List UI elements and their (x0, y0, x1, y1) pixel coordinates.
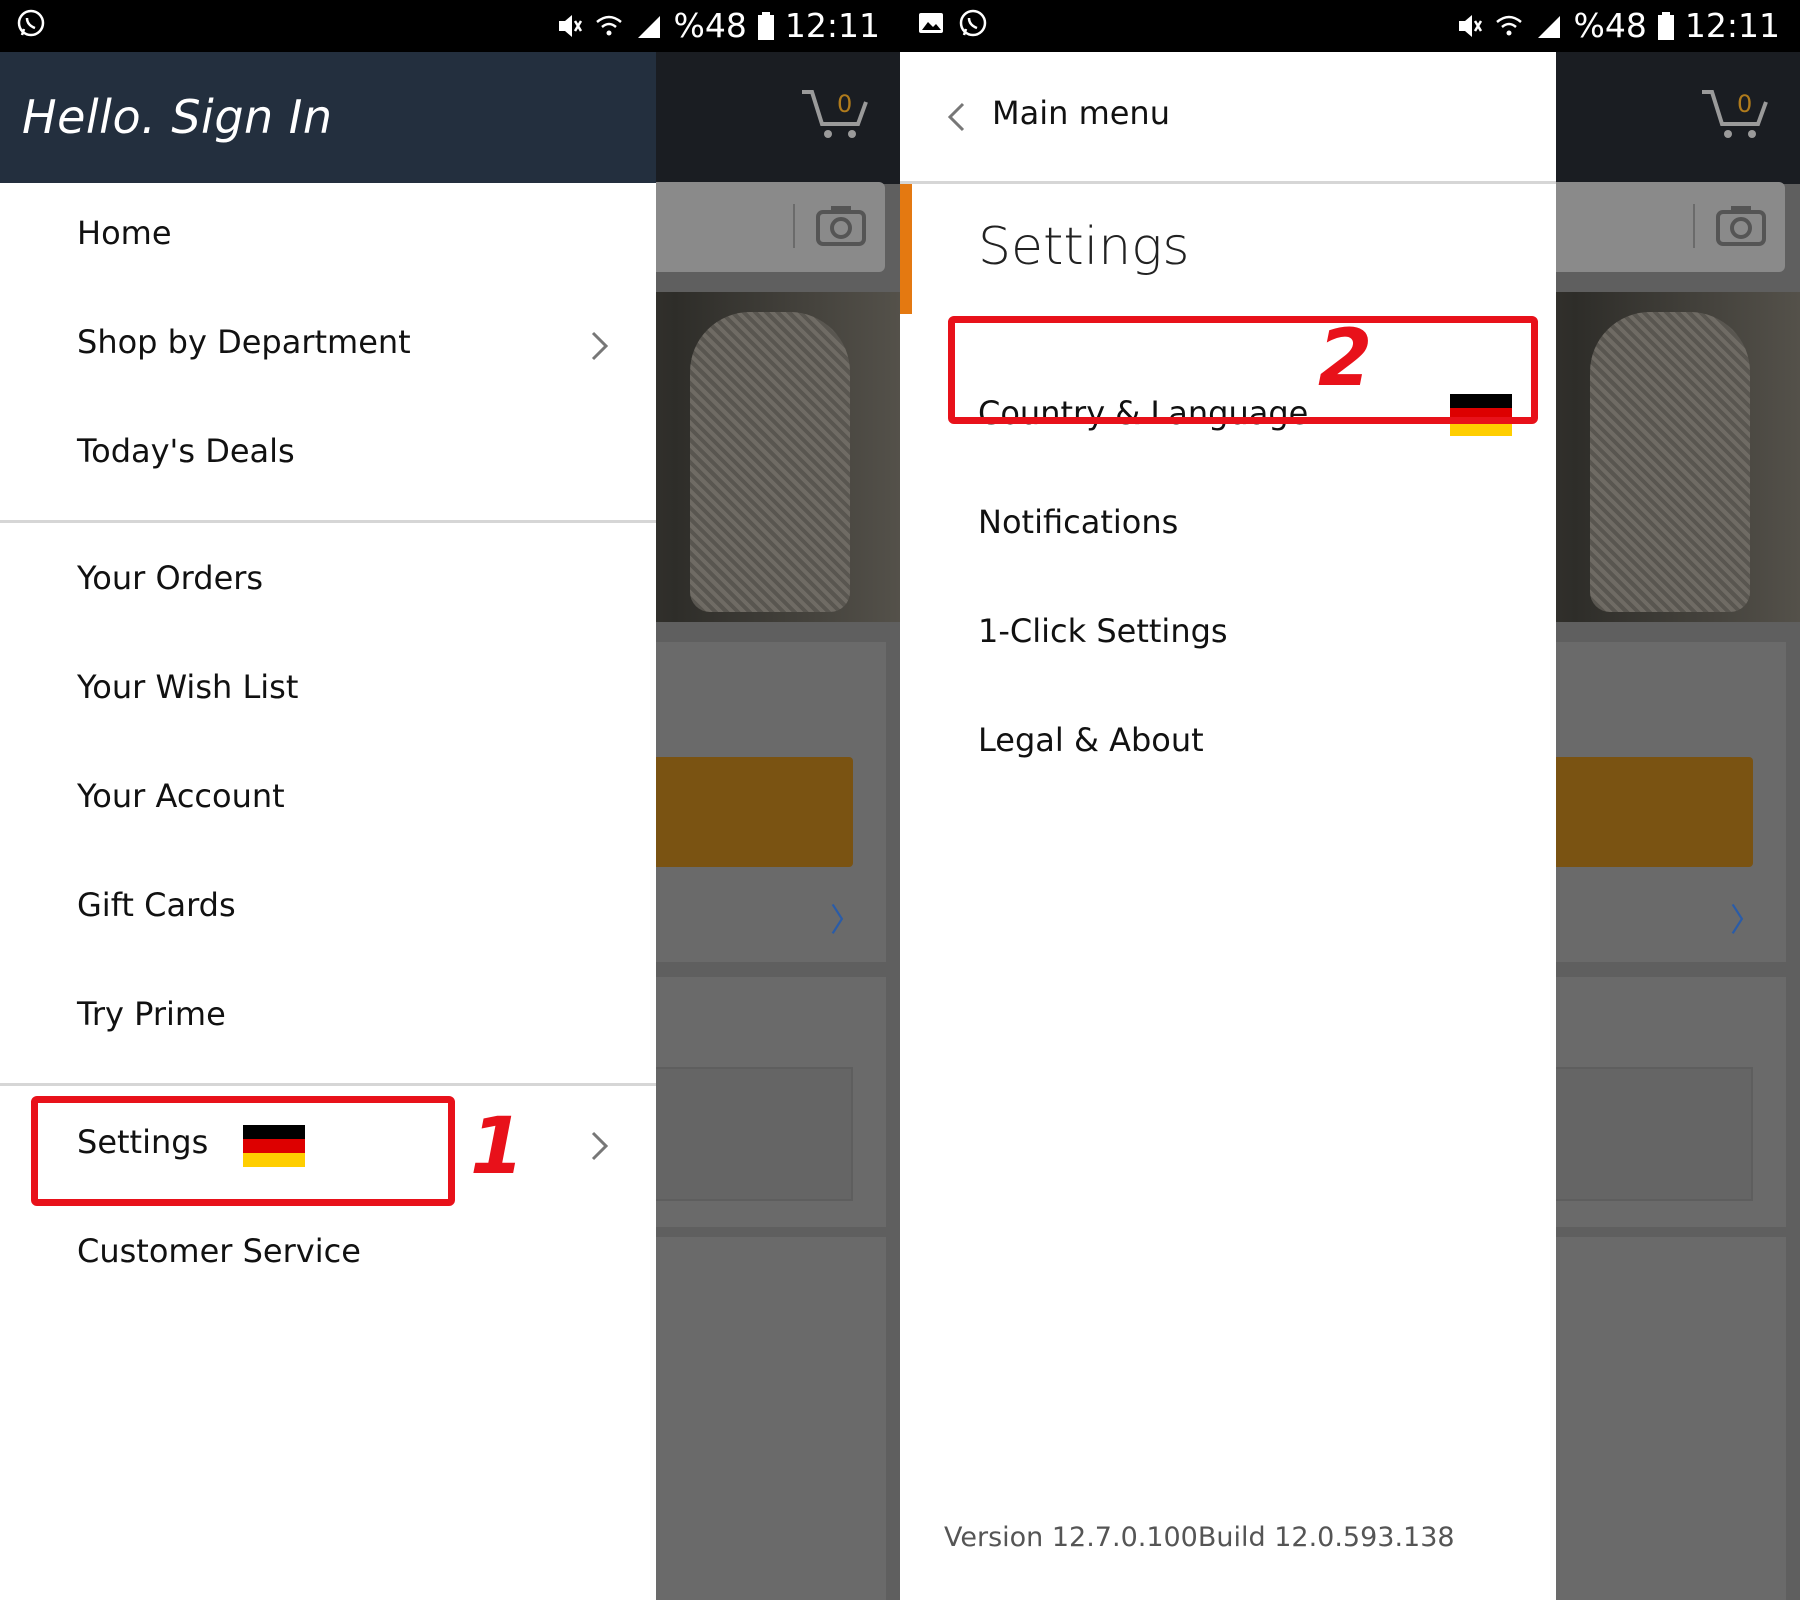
card-link-chevron[interactable]: 〉 (830, 895, 862, 941)
sign-in-greeting[interactable]: Hello. Sign In (22, 90, 333, 144)
mute-icon (1458, 14, 1482, 37)
menu-item-label: Your Orders (77, 559, 264, 597)
menu-item-home[interactable]: Home (0, 186, 656, 286)
settings-item-legal-about[interactable]: Legal & About (900, 693, 1556, 793)
status-bar: %48 12:11 (0, 0, 900, 52)
wifi-icon (1495, 15, 1522, 35)
cart-icon[interactable]: 0 (1700, 86, 1770, 142)
menu-item-todays-deals[interactable]: Today's Deals (0, 404, 656, 504)
gallery-icon (919, 13, 943, 33)
search-separator (793, 204, 795, 248)
navigation-drawer: Hello. Sign In Home Shop by Department T… (0, 52, 656, 1600)
cart-count: 0 (837, 90, 852, 118)
menu-item-your-account[interactable]: Your Account (0, 749, 656, 849)
card-link-chevron[interactable]: 〉 (1730, 895, 1762, 941)
signal-icon (637, 15, 660, 38)
mute-icon (558, 14, 582, 37)
menu-item-gift-cards[interactable]: Gift Cards (0, 858, 656, 958)
menu-item-shop-by-department[interactable]: Shop by Department (0, 295, 656, 395)
whatsapp-icon (17, 9, 45, 37)
menu-item-label: Your Account (77, 777, 285, 815)
whatsapp-icon (959, 9, 987, 37)
annotation-highlight-box (31, 1096, 455, 1206)
menu-item-label: Shop by Department (77, 323, 411, 361)
page-title: Settings (978, 217, 1190, 277)
search-separator (1693, 204, 1695, 248)
menu-item-label: Home (77, 214, 172, 252)
chevron-right-icon (591, 1131, 609, 1161)
menu-item-try-prime[interactable]: Try Prime (0, 967, 656, 1067)
menu-item-your-orders[interactable]: Your Orders (0, 531, 656, 631)
settings-item-label: Notifications (978, 503, 1179, 541)
signal-icon (1537, 15, 1560, 38)
menu-item-label: Customer Service (77, 1232, 361, 1270)
battery-percent: %48 (1573, 6, 1647, 45)
menu-divider (0, 520, 656, 523)
menu-item-your-wish-list[interactable]: Your Wish List (0, 640, 656, 740)
annotation-highlight-box (948, 316, 1538, 424)
settings-item-label: 1-Click Settings (978, 612, 1228, 650)
camera-icon[interactable] (815, 202, 867, 248)
clock: 12:11 (784, 6, 880, 45)
battery-icon (757, 11, 774, 40)
annotation-number: 1 (470, 1102, 525, 1192)
left-screenshot: %48 12:11 0 〉 Hello. Sign In Home Shop b… (0, 0, 900, 1600)
settings-item-1-click[interactable]: 1-Click Settings (900, 584, 1556, 684)
settings-item-label: Legal & About (978, 721, 1204, 759)
settings-item-notifications[interactable]: Notifications (900, 475, 1556, 575)
header-divider (900, 181, 1556, 184)
battery-icon (1657, 11, 1674, 40)
model-figure (1590, 312, 1750, 612)
clock: 12:11 (1684, 6, 1780, 45)
annotation-number: 2 (1318, 314, 1373, 404)
cart-icon[interactable]: 0 (800, 86, 870, 142)
menu-item-label: Gift Cards (77, 886, 236, 924)
camera-icon[interactable] (1715, 202, 1767, 248)
right-screenshot: %48 12:11 0 〉 Main menu Settings Country… (900, 0, 1800, 1600)
chevron-right-icon (591, 331, 609, 361)
model-figure (690, 312, 850, 612)
back-label: Main menu (992, 94, 1170, 132)
chevron-left-icon (947, 102, 965, 132)
menu-item-label: Try Prime (77, 995, 226, 1033)
cart-count: 0 (1737, 90, 1752, 118)
battery-percent: %48 (673, 6, 747, 45)
wifi-icon (595, 15, 622, 35)
status-bar: %48 12:11 (900, 0, 1800, 52)
back-to-main-menu-button[interactable]: Main menu (900, 52, 1556, 183)
settings-drawer: Main menu Settings Country & Language 2 … (900, 52, 1556, 1600)
drawer-header[interactable]: Hello. Sign In (0, 52, 656, 183)
menu-item-label: Your Wish List (77, 668, 299, 706)
version-text: Version 12.7.0.100Build 12.0.593.138 (944, 1522, 1455, 1553)
menu-divider (0, 1083, 656, 1086)
menu-item-label: Today's Deals (77, 432, 295, 470)
active-accent-bar (900, 184, 912, 314)
menu-item-customer-service[interactable]: Customer Service (0, 1204, 656, 1304)
